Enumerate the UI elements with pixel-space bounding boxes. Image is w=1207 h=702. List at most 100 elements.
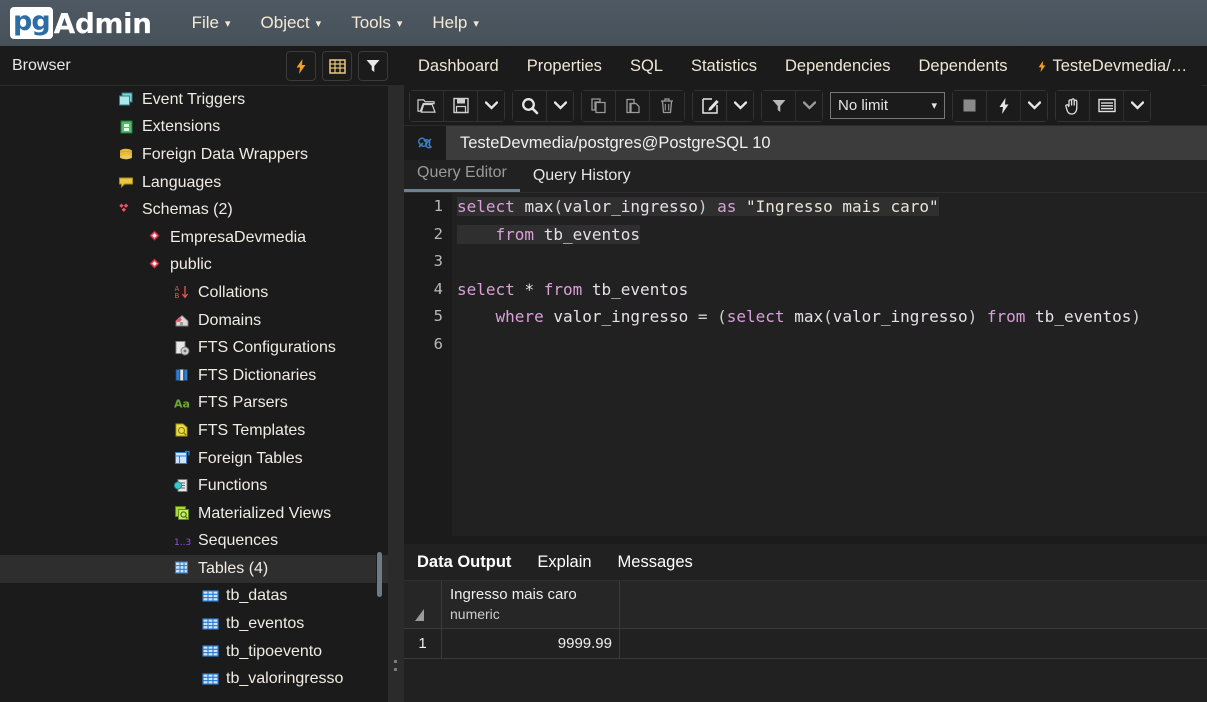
tab-explain[interactable]: Explain [524,553,604,572]
grid-corner-cell[interactable] [404,581,442,628]
table-row[interactable]: 1 9999.99 [404,629,1207,659]
edit-icon[interactable] [693,90,727,121]
tab-dependents[interactable]: Dependents [905,57,1022,76]
tree-item-domains[interactable]: Domains [0,307,388,335]
tree-item-extensions[interactable]: Extensions [0,114,388,142]
tree-item-collations[interactable]: A B Collations [0,279,388,307]
code-line[interactable]: select * from tb_eventos [452,276,1207,304]
tab-query-tool-label: TesteDevmedia/… [1052,56,1188,75]
search-icon[interactable] [513,90,547,121]
code-token: max [524,197,554,216]
grid-icon[interactable] [322,51,352,81]
sql-editor[interactable]: 123456 select max(valor_ingresso) as "In… [404,193,1207,536]
panel-dropdown-caret-icon[interactable] [1124,90,1150,121]
tree-item-foreign-data-wrappers[interactable]: Foreign Data Wrappers [0,141,388,169]
tree-item-tb-tipoevento[interactable]: tb_tipoevento [0,638,388,666]
panel-list-icon[interactable] [1090,90,1124,121]
file-button-group [409,89,505,122]
tree-item-materialized-views[interactable]: Materialized Views [0,500,388,528]
tree-item-event-triggers[interactable]: Event Triggers [0,86,388,114]
find-dropdown-caret-icon[interactable] [547,90,573,121]
svg-text:B: B [175,292,180,300]
execute-bolt-icon[interactable] [987,90,1021,121]
vertical-splitter[interactable] [388,86,404,702]
tree-item-fts-templates[interactable]: FTS Templates [0,417,388,445]
pgadmin-window: pg Admin File ▾ Object ▾ Tools ▾ Help ▾ … [0,0,1207,702]
tab-query-history[interactable]: Query History [520,163,644,192]
code-token: = [688,307,718,326]
tree-item-fts-parsers[interactable]: Aa FTS Parsers [0,390,388,418]
tree-item-label: Schemas (2) [142,201,233,219]
tree-item-tb-valoringresso[interactable]: tb_valoringresso [0,665,388,693]
tab-query-editor[interactable]: Query Editor [404,160,520,192]
tab-properties[interactable]: Properties [513,57,616,76]
column-header-ingresso-mais-caro[interactable]: Ingresso mais caro numeric [442,581,620,628]
tree-item-foreign-tables[interactable]: Foreign Tables [0,445,388,473]
menu-file[interactable]: File ▾ [182,9,241,37]
open-file-icon[interactable] [410,90,444,121]
menu-help[interactable]: Help ▾ [422,9,489,37]
tab-dashboard[interactable]: Dashboard [404,57,513,76]
filter-dropdown-caret-icon[interactable] [796,90,822,121]
menu-object[interactable]: Object ▾ [251,9,332,37]
tree-item-label: Materialized Views [198,504,332,522]
code-token: from [495,224,535,244]
tab-messages[interactable]: Messages [605,553,706,572]
tree-item-empresadevmedia[interactable]: EmpresaDevmedia [0,224,388,252]
tab-statistics[interactable]: Statistics [677,57,771,76]
tab-data-output[interactable]: Data Output [404,553,524,572]
row-limit-select[interactable]: No limit ▾ [830,92,945,119]
tree-item-tb-eventos[interactable]: tb_eventos [0,610,388,638]
sql-code-area[interactable]: select max(valor_ingresso) as "Ingresso … [452,193,1207,536]
code-line[interactable]: select max(valor_ingresso) as "Ingresso … [452,193,1207,221]
line-number-gutter: 1 2 3 4 5 6 [404,193,452,536]
tree-item-schemas-2[interactable]: Schemas (2) [0,196,388,224]
splitter-grip-dot [394,668,397,671]
code-line[interactable] [452,248,1207,276]
tab-dependencies[interactable]: Dependencies [771,57,905,76]
code-line[interactable]: from tb_eventos [452,221,1207,249]
code-line[interactable]: where valor_ingresso = (select max(valor… [452,303,1207,331]
macro-hand-icon[interactable] [1056,90,1090,121]
delete-icon[interactable] [650,90,684,121]
browser-tree[interactable]: Event Triggers Extensions Foreign Data Wra… [0,86,388,702]
edit-dropdown-caret-icon[interactable] [727,90,753,121]
functions-icon [173,478,191,495]
save-file-icon[interactable] [444,90,478,121]
connection-icon[interactable] [404,126,446,160]
copy-icon[interactable] [582,90,616,121]
event-triggers-icon [118,91,135,108]
tab-sql[interactable]: SQL [616,57,677,76]
line-number: 3 [433,252,443,270]
lightning-icon[interactable] [286,51,316,81]
tab-query-tool[interactable]: TesteDevmedia/… [1022,57,1202,76]
tree-item-tb-datas[interactable]: tb_datas [0,583,388,611]
funnel-filter-icon[interactable] [762,90,796,121]
tree-item-fts-dictionaries[interactable]: FTS Dictionaries [0,362,388,390]
tree-item-label: FTS Configurations [198,339,336,357]
tree-item-sequences[interactable]: 1..3 Sequences [0,528,388,556]
tree-item-functions[interactable]: Functions [0,472,388,500]
tree-item-tables-4[interactable]: Tables (4) [0,555,388,583]
save-dropdown-caret-icon[interactable] [478,90,504,121]
result-grid: Ingresso mais caro numeric 1 9999.99 [404,581,1207,659]
sidebar-scrollbar-track[interactable] [376,86,382,702]
tree-item-languages[interactable]: Languages [0,169,388,197]
cell-ingresso-mais-caro[interactable]: 9999.99 [442,629,620,658]
materialized-views-icon [174,505,191,522]
tree-item-label: public [170,256,212,274]
tree-item-public[interactable]: public [0,252,388,280]
menu-tools[interactable]: Tools ▾ [341,9,412,37]
code-line[interactable] [452,331,1207,359]
stop-icon[interactable] [953,90,987,121]
schema-icon [146,229,163,246]
tree-item-fts-configurations[interactable]: FTS Configurations [0,334,388,362]
horizontal-splitter[interactable] [404,536,1207,544]
sidebar-scrollbar-thumb[interactable] [377,552,382,597]
grid-row-filler [620,629,1207,658]
paste-icon[interactable] [616,90,650,121]
execute-dropdown-caret-icon[interactable] [1021,90,1047,121]
filter-icon[interactable] [358,51,388,81]
